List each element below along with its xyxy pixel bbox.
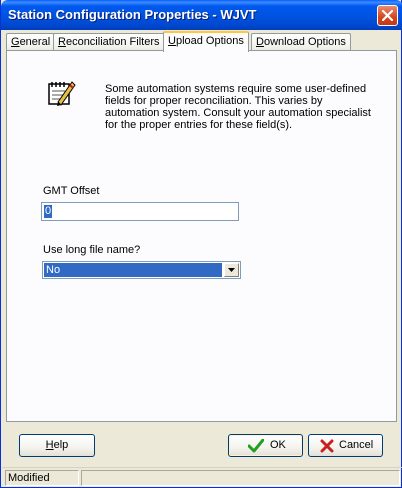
chevron-down-icon (228, 268, 235, 272)
ok-button[interactable]: OK (228, 434, 303, 457)
window-title: Station Configuration Properties - WJVT (8, 7, 257, 22)
checkmark-icon (248, 439, 264, 453)
status-pane-empty (81, 470, 400, 486)
info-text: Some automation systems require some use… (105, 83, 371, 131)
ok-label: OK (270, 439, 286, 451)
tab-reconciliation-filters[interactable]: Reconciliation Filters (53, 33, 165, 51)
x-icon (320, 439, 334, 453)
gmt-offset-label: GMT Offset (43, 185, 100, 197)
help-button[interactable]: Help (19, 434, 95, 457)
long-file-name-label: Use long file name? (43, 244, 141, 256)
close-icon (382, 10, 393, 21)
gmt-offset-value: 0 (44, 205, 53, 218)
long-file-name-value: No (44, 263, 222, 277)
cancel-label: Cancel (339, 439, 374, 451)
tab-download-options[interactable]: Download Options (251, 33, 351, 51)
upload-options-panel: Some automation systems require some use… (6, 50, 397, 422)
cancel-button[interactable]: Cancel (308, 434, 383, 457)
status-text: Modified (5, 470, 79, 486)
gmt-offset-input[interactable]: 0 (41, 202, 239, 221)
tab-general[interactable]: General (6, 33, 56, 51)
long-file-name-select[interactable]: No (42, 261, 241, 279)
status-bar: Modified (2, 467, 402, 487)
dialog-window: Station Configuration Properties - WJVT … (0, 0, 402, 488)
close-button[interactable] (377, 5, 398, 26)
tab-upload-options[interactable]: Upload Options (163, 31, 249, 52)
dropdown-arrow-button[interactable] (224, 263, 239, 277)
notepad-pencil-icon (48, 81, 76, 106)
title-bar[interactable]: Station Configuration Properties - WJVT (1, 0, 402, 30)
